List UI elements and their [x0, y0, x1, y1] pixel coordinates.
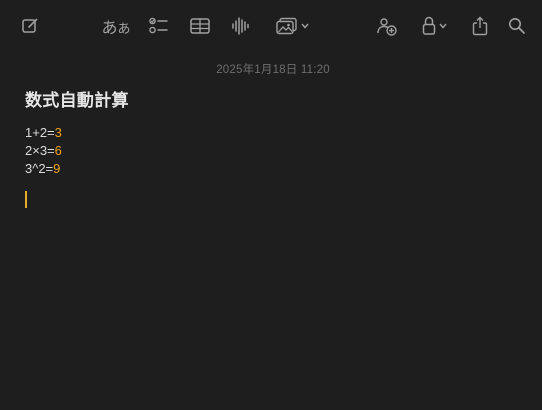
- chevron-down-icon: [300, 23, 309, 29]
- lock-icon: [422, 16, 436, 36]
- note-title[interactable]: 数式自動計算: [25, 86, 129, 111]
- collaborate-button[interactable]: [374, 13, 400, 39]
- math-expression: 2×3=: [25, 143, 55, 158]
- text-cursor: [25, 191, 27, 208]
- share-icon: [472, 16, 488, 36]
- math-expression: 1+2=: [25, 125, 55, 140]
- audio-button[interactable]: [229, 13, 251, 39]
- math-line[interactable]: 2×3=6: [25, 142, 62, 160]
- search-button[interactable]: [507, 13, 527, 39]
- table-button[interactable]: [189, 13, 211, 39]
- waveform-icon: [231, 16, 249, 36]
- note-body[interactable]: 1+2=3 2×3=6 3^2=9: [25, 124, 62, 178]
- lock-button[interactable]: [417, 13, 451, 39]
- chevron-down-icon: [438, 23, 447, 29]
- checklist-icon: [148, 16, 168, 36]
- compose-button[interactable]: [18, 13, 42, 39]
- compose-icon: [21, 17, 39, 35]
- notes-window: ああ 2025年1月18日 11:20 数式自動計算 1+2=3 2×3=6 3…: [0, 0, 542, 410]
- share-people-icon: [376, 16, 398, 36]
- note-timestamp: 2025年1月18日 11:20: [216, 64, 330, 76]
- format-label-small: あ: [117, 21, 131, 36]
- math-expression: 3^2=: [25, 161, 54, 176]
- toolbar: ああ: [0, 0, 542, 50]
- math-line[interactable]: 3^2=9: [25, 160, 62, 178]
- photo-icon: [275, 17, 298, 35]
- math-result: 3: [54, 125, 62, 140]
- math-line[interactable]: 1+2=3: [25, 124, 62, 142]
- share-button[interactable]: [470, 13, 490, 39]
- math-result: 6: [54, 143, 62, 158]
- math-result: 9: [53, 161, 61, 176]
- media-button[interactable]: [272, 13, 312, 39]
- format-button[interactable]: ああ: [101, 13, 131, 39]
- format-label-large: あ: [101, 20, 118, 37]
- search-icon: [508, 17, 526, 35]
- table-icon: [190, 17, 210, 35]
- aa-format-icon: ああ: [101, 14, 130, 38]
- checklist-button[interactable]: [146, 13, 170, 39]
